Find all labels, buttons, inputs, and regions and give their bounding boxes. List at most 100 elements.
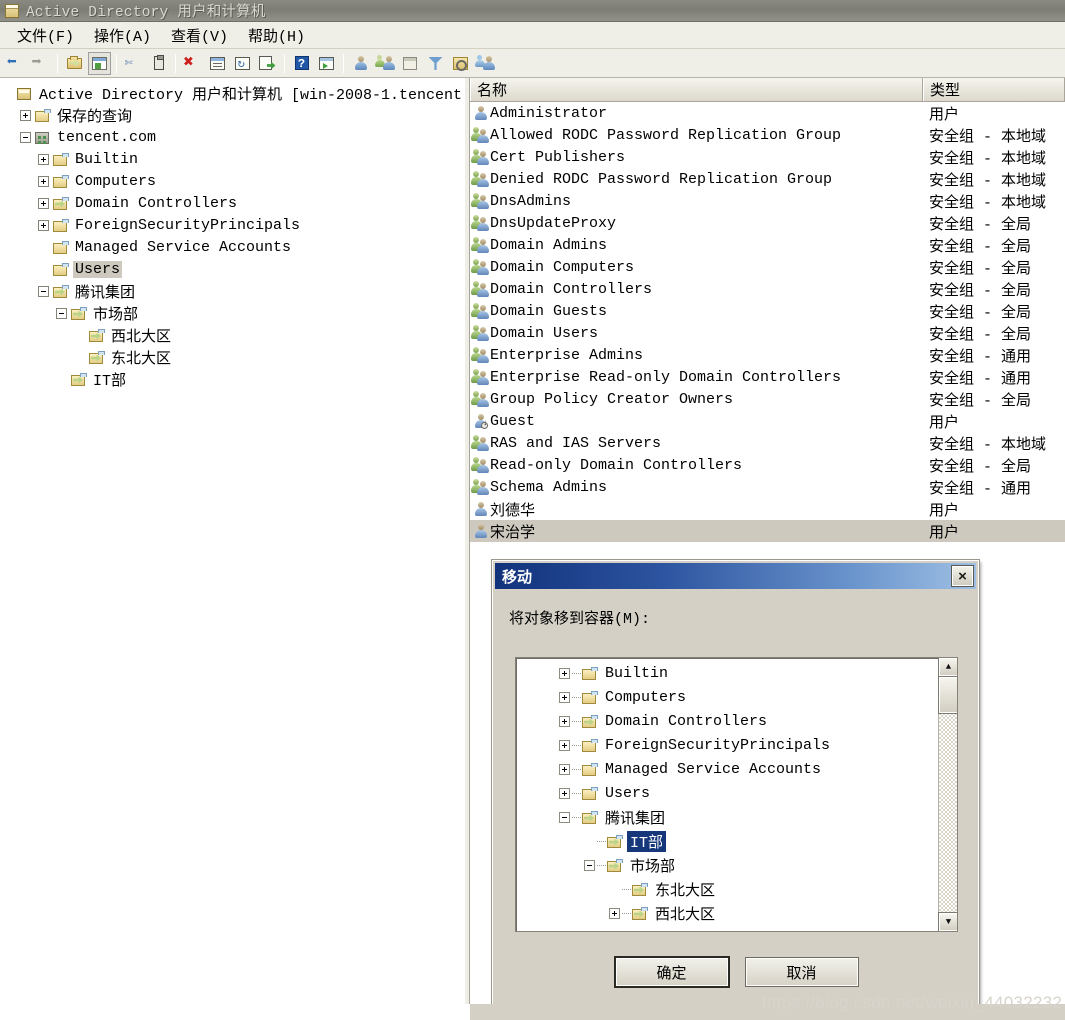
collapse-minus-icon[interactable] [584, 859, 595, 871]
dialog-tree-item-managed-service-accounts[interactable]: Managed Service Accounts [516, 757, 957, 781]
expander-placeholder [56, 374, 67, 385]
window-bottom-left-edge [0, 1004, 470, 1020]
dialog-tree-item-users[interactable]: Users [516, 781, 957, 805]
column-header-type[interactable]: 类型 [923, 78, 1065, 101]
dialog-tree-item-foreignsecurityprincipals[interactable]: ForeignSecurityPrincipals [516, 733, 957, 757]
table-row[interactable]: Cert Publishers 安全组 - 本地域 [470, 146, 1065, 168]
expand-plus-icon[interactable] [20, 109, 31, 121]
expand-plus-icon[interactable] [559, 739, 570, 751]
dialog-tree-item-domain-controllers[interactable]: Domain Controllers [516, 709, 957, 733]
tree-item-domain[interactable]: tencent.com [2, 126, 464, 148]
tree-connector-line [572, 792, 581, 794]
tree-item-foreignsecurityprincipals[interactable]: ForeignSecurityPrincipals [2, 214, 464, 236]
cell-type: 安全组 - 全局 [929, 216, 1032, 234]
expand-plus-icon[interactable] [559, 787, 570, 799]
vertical-scrollbar[interactable]: ▲ ▼ [938, 658, 957, 931]
collapse-minus-icon[interactable] [20, 131, 31, 143]
refresh-button[interactable] [231, 52, 254, 75]
table-row[interactable]: Domain Computers 安全组 - 全局 [470, 256, 1065, 278]
dialog-tree-item-tencent-group[interactable]: 腾讯集团 [516, 805, 957, 829]
dialog-tree-item-northwest-region[interactable]: 西北大区 [516, 901, 957, 925]
expand-plus-icon[interactable] [38, 175, 49, 187]
dialog-tree-item-it-department[interactable]: IT部 [516, 829, 957, 853]
table-row[interactable]: Schema Admins 安全组 - 通用 [470, 476, 1065, 498]
collapse-minus-icon[interactable] [56, 307, 67, 319]
tree-item-console-root[interactable]: Active Directory 用户和计算机 [win-2008-1.tenc… [2, 82, 464, 104]
dialog-tree-item-computers[interactable]: Computers [516, 685, 957, 709]
table-row[interactable]: Domain Admins 安全组 - 全局 [470, 234, 1065, 256]
new-group-button[interactable] [374, 52, 397, 75]
dialog-tree-item-northeast-region[interactable]: 东北大区 [516, 877, 957, 901]
expand-plus-icon[interactable] [609, 907, 620, 919]
expand-plus-icon[interactable] [559, 715, 570, 727]
tree-item-domain-controllers[interactable]: Domain Controllers [2, 192, 464, 214]
table-row[interactable]: Domain Users 安全组 - 全局 [470, 322, 1065, 344]
cut-button[interactable]: ✄ [122, 52, 145, 75]
table-row[interactable]: Administrator 用户 [470, 102, 1065, 124]
table-row[interactable]: Allowed RODC Password Replication Group 安… [470, 124, 1065, 146]
table-row[interactable]: Group Policy Creator Owners 安全组 - 全局 [470, 388, 1065, 410]
tree-item-it-department[interactable]: IT部 [2, 368, 464, 390]
dialog-tree-item-marketing[interactable]: 市场部 [516, 853, 957, 877]
collapse-minus-icon[interactable] [38, 285, 49, 297]
menu-action[interactable]: 操作(A) [85, 23, 160, 48]
menu-view[interactable]: 查看(V) [162, 23, 237, 48]
expand-plus-icon[interactable] [559, 763, 570, 775]
table-row[interactable]: Domain Controllers 安全组 - 全局 [470, 278, 1065, 300]
show-hide-tree-button[interactable] [88, 51, 111, 75]
new-container-button[interactable] [399, 52, 422, 75]
tree-connector-line [622, 888, 631, 890]
expand-plus-icon[interactable] [38, 219, 49, 231]
menu-help[interactable]: 帮助(H) [239, 23, 314, 48]
tree-item-saved-queries[interactable]: 保存的查询 [2, 104, 464, 126]
table-row[interactable]: Enterprise Read-only Domain Controllers 安… [470, 366, 1065, 388]
table-row[interactable]: Guest 用户 [470, 410, 1065, 432]
paste-button[interactable] [147, 52, 170, 75]
tree-item-managed-service-accounts[interactable]: Managed Service Accounts [2, 236, 464, 258]
properties-button[interactable] [206, 52, 229, 75]
scrollbar-thumb[interactable] [938, 676, 957, 714]
close-icon[interactable]: × [951, 565, 974, 587]
find-button[interactable] [449, 52, 472, 75]
tree-item-builtin[interactable]: Builtin [2, 148, 464, 170]
table-row[interactable]: 宋治学 用户 [470, 520, 1065, 542]
new-window-button[interactable] [315, 52, 338, 75]
tree-item-users[interactable]: Users [2, 258, 464, 280]
table-row[interactable]: 刘德华 用户 [470, 498, 1065, 520]
tree-item-marketing[interactable]: 市场部 [2, 302, 464, 324]
tree-item-computers[interactable]: Computers [2, 170, 464, 192]
tree-item-northeast-region[interactable]: 东北大区 [2, 346, 464, 368]
cancel-button[interactable]: 取消 [744, 957, 859, 987]
add-to-group-button[interactable] [474, 52, 497, 75]
scroll-down-button[interactable]: ▼ [938, 912, 957, 931]
filter-button[interactable] [424, 52, 447, 75]
scrollbar-track[interactable] [938, 676, 957, 912]
expand-plus-icon[interactable] [38, 197, 49, 209]
table-row[interactable]: Read-only Domain Controllers 安全组 - 全局 [470, 454, 1065, 476]
collapse-minus-icon[interactable] [559, 811, 570, 823]
back-button[interactable]: ⬅ [4, 52, 27, 75]
dialog-tree-item-builtin[interactable]: Builtin [516, 661, 957, 685]
table-row[interactable]: Domain Guests 安全组 - 全局 [470, 300, 1065, 322]
container-tree-box[interactable]: Builtin Computers Domain Controllers Foreig… [515, 657, 958, 932]
expand-plus-icon[interactable] [559, 691, 570, 703]
table-row[interactable]: DnsAdmins 安全组 - 本地域 [470, 190, 1065, 212]
expand-plus-icon[interactable] [559, 667, 570, 679]
table-row[interactable]: Enterprise Admins 安全组 - 通用 [470, 344, 1065, 366]
new-user-button[interactable] [349, 52, 372, 75]
export-list-button[interactable] [256, 52, 279, 75]
expand-plus-icon[interactable] [38, 153, 49, 165]
delete-button[interactable]: ✖ [181, 52, 204, 75]
table-row[interactable]: Denied RODC Password Replication Group 安全… [470, 168, 1065, 190]
ok-button[interactable]: 确定 [613, 956, 730, 988]
scroll-up-button[interactable]: ▲ [938, 658, 957, 677]
table-row[interactable]: RAS and IAS Servers 安全组 - 本地域 [470, 432, 1065, 454]
forward-button[interactable]: ➡ [29, 52, 52, 75]
menu-file[interactable]: 文件(F) [8, 23, 83, 48]
tree-item-northwest-region[interactable]: 西北大区 [2, 324, 464, 346]
column-header-name[interactable]: 名称 [470, 78, 923, 101]
table-row[interactable]: DnsUpdateProxy 安全组 - 全局 [470, 212, 1065, 234]
up-one-level-button[interactable] [63, 52, 86, 75]
tree-item-tencent-group[interactable]: 腾讯集团 [2, 280, 464, 302]
help-button[interactable]: ? [290, 52, 313, 75]
